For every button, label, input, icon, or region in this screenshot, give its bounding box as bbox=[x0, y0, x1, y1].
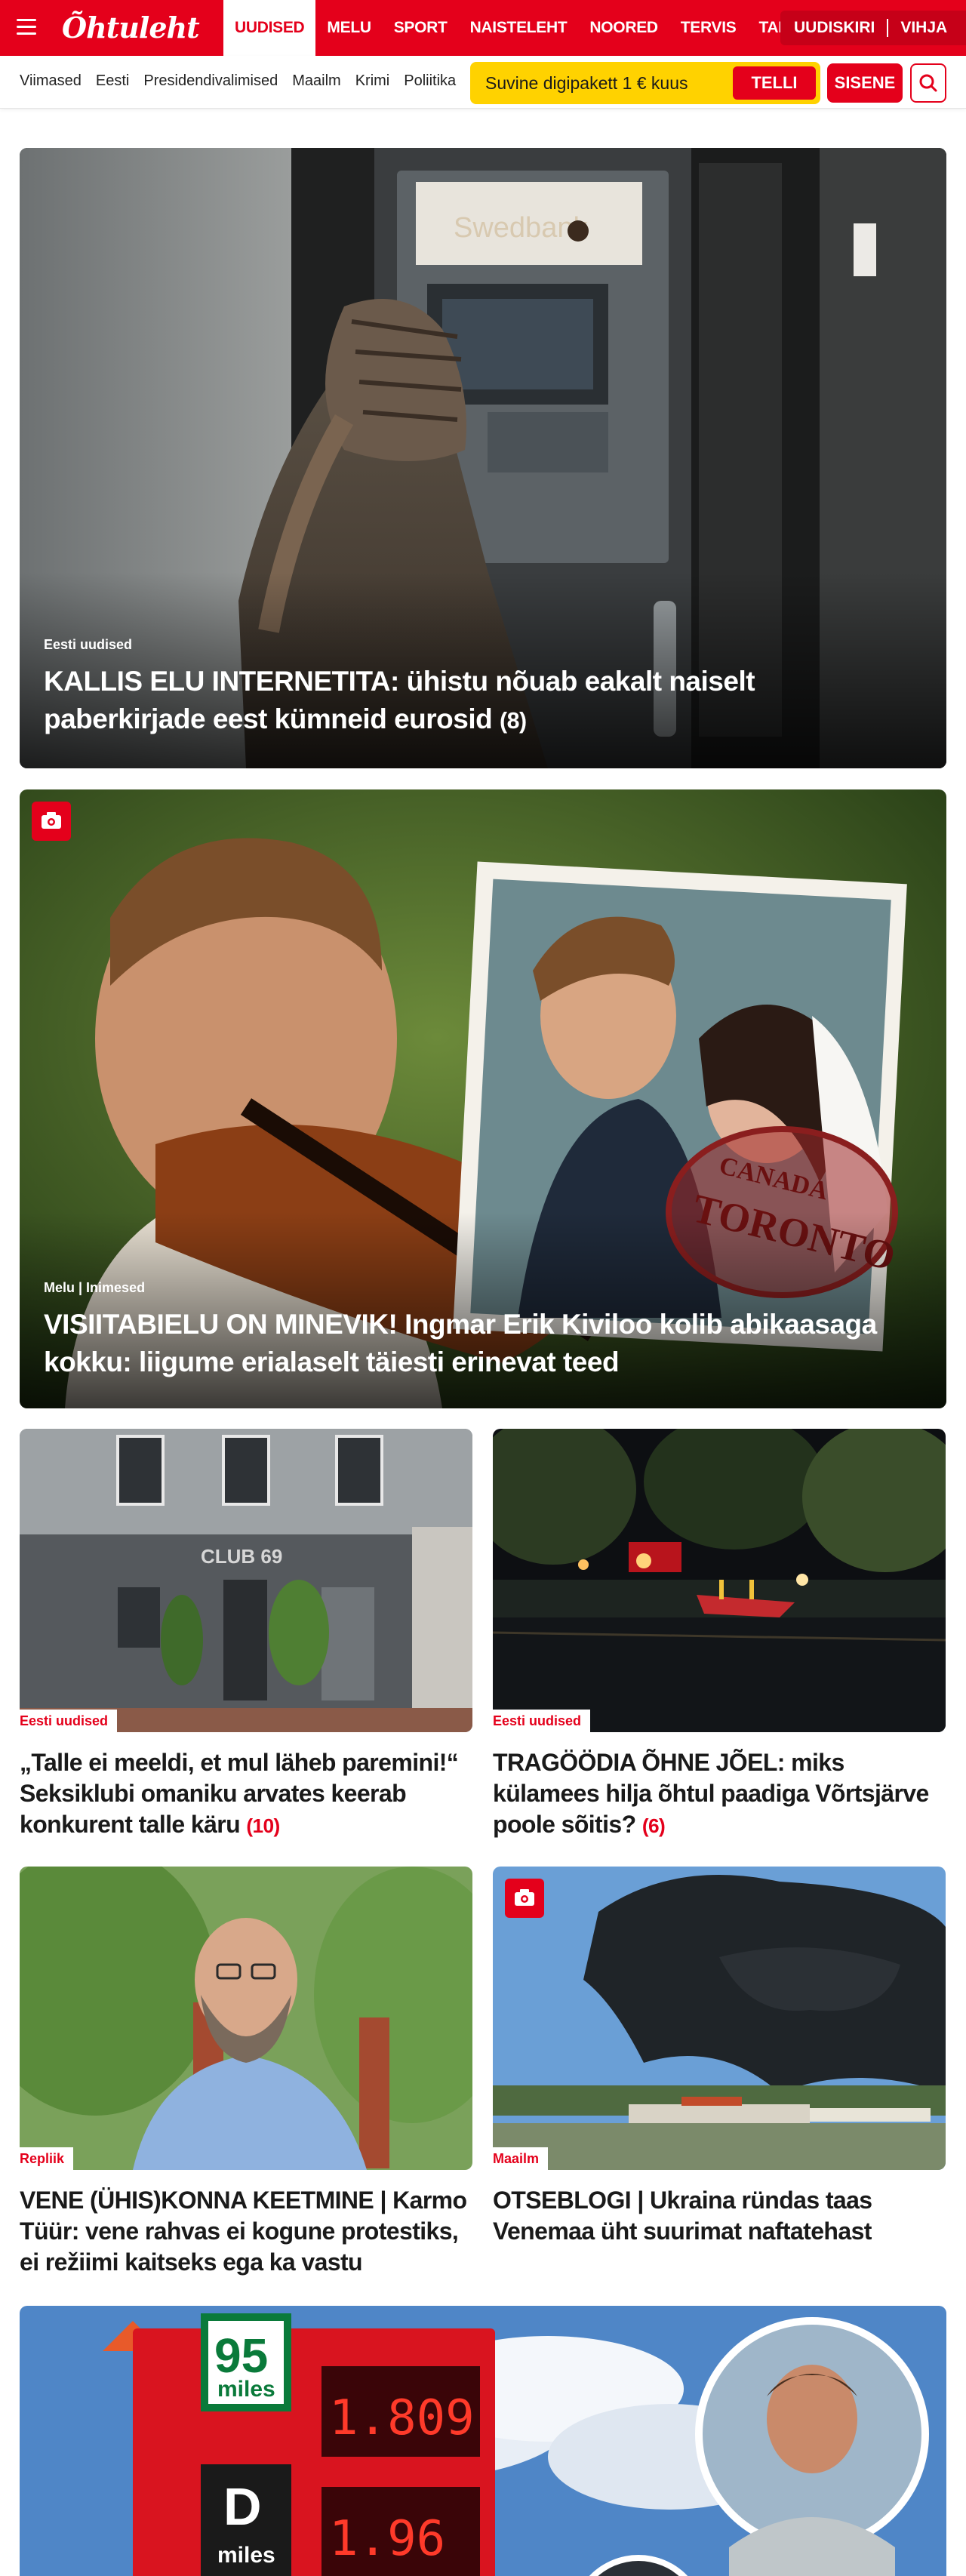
article-image bbox=[493, 1429, 946, 1732]
article-category[interactable]: Repliik bbox=[20, 2147, 74, 2171]
camera-icon bbox=[42, 812, 61, 829]
article-title-text: TRAGÖÖDIA ÕHNE JÕEL: miks külamees hilja… bbox=[493, 1749, 929, 1838]
tip-link[interactable]: VIHJA bbox=[900, 19, 947, 37]
article-title[interactable]: TRAGÖÖDIA ÕHNE JÕEL: miks külamees hilja… bbox=[493, 1747, 946, 1842]
price-display-2: 1.96 bbox=[329, 2511, 445, 2567]
subscription-promo[interactable]: Suvine digipakett 1 € kuus TELLI bbox=[470, 62, 820, 104]
promo-text: Suvine digipakett 1 € kuus bbox=[485, 72, 688, 93]
search-icon bbox=[919, 74, 937, 92]
nav-right-group: UUDISKIRI VIHJA bbox=[780, 11, 966, 45]
article-card[interactable]: Eesti uudised TRAGÖÖDIA ÕHNE JÕEL: miks … bbox=[493, 1429, 946, 1851]
article-card[interactable]: CLUB 69 Eesti uudised „Talle ei meeldi, … bbox=[20, 1429, 472, 1851]
nav-sport[interactable]: SPORT bbox=[383, 0, 459, 56]
article-image bbox=[493, 1867, 946, 2170]
price-sign-miles: miles bbox=[217, 2377, 275, 2402]
article-image bbox=[20, 1867, 472, 2170]
nav-divider bbox=[887, 19, 889, 37]
club-sign-text: CLUB 69 bbox=[201, 1545, 282, 1568]
article-category[interactable]: Maailm bbox=[493, 2147, 549, 2171]
article-title[interactable]: VISIITABIELU ON MINEVIK! Ingmar Erik Kiv… bbox=[44, 1306, 912, 1381]
article-image: CLUB 69 bbox=[20, 1429, 472, 1732]
article-category[interactable]: Melu | Inimesed bbox=[44, 1280, 145, 1296]
nav-tervis[interactable]: TERVIS bbox=[669, 0, 748, 56]
article-card[interactable]: Maailm OTSEBLOGI | Ukraina ründas taas V… bbox=[493, 1867, 946, 2289]
price-sign-miles-2: miles bbox=[217, 2543, 275, 2568]
sub-navigation-bar: Viimased Eesti Presidendivalimised Maail… bbox=[0, 56, 966, 109]
sub-nav: Viimased Eesti Presidendivalimised Maail… bbox=[20, 72, 456, 90]
gallery-badge bbox=[32, 802, 71, 841]
sub-nav-eesti[interactable]: Eesti bbox=[96, 72, 129, 90]
price-sign-95: 95 bbox=[214, 2328, 268, 2383]
sub-nav-viimased[interactable]: Viimased bbox=[20, 72, 82, 90]
nav-noored[interactable]: NOORED bbox=[578, 0, 669, 56]
article-title[interactable]: „Talle ei meeldi, et mul läheb paremini!… bbox=[20, 1747, 472, 1842]
price-sign-d: D bbox=[223, 2477, 262, 2536]
gallery-badge bbox=[505, 1879, 544, 1918]
article-card-feature[interactable]: CANADA TORONTO Melu | Inimesed VISIITABI… bbox=[20, 789, 946, 1408]
article-category[interactable]: Eesti uudised bbox=[20, 1710, 118, 1733]
site-logo[interactable]: Õhtuleht bbox=[62, 11, 200, 45]
comment-count[interactable]: (8) bbox=[500, 709, 527, 734]
article-title[interactable]: VENE (ÜHIS)KONNA KEETMINE | Karmo Tüür: … bbox=[20, 2185, 472, 2278]
article-card-hero[interactable]: 95 miles 1.809 D miles 1.96 bbox=[20, 2306, 946, 2576]
main-nav: UUDISED MELU SPORT NAISTELEHT NOORED TER… bbox=[223, 0, 836, 56]
subscribe-button[interactable]: TELLI bbox=[733, 66, 816, 100]
nav-melu[interactable]: MELU bbox=[315, 0, 382, 56]
sub-nav-maailm[interactable]: Maailm bbox=[292, 72, 340, 90]
sub-nav-poliitika[interactable]: Poliitika bbox=[404, 72, 456, 90]
comment-count[interactable]: (10) bbox=[246, 1814, 280, 1837]
nav-uudised[interactable]: UUDISED bbox=[223, 0, 316, 56]
menu-icon[interactable] bbox=[17, 18, 39, 36]
article-card-hero[interactable]: Swedbank Eesti uudised KALLIS ELU INTERN… bbox=[20, 148, 946, 768]
sub-nav-krimi[interactable]: Krimi bbox=[355, 72, 390, 90]
comment-count[interactable]: (6) bbox=[642, 1814, 666, 1837]
article-image: 95 miles 1.809 D miles 1.96 bbox=[20, 2306, 946, 2576]
article-title-text: „Talle ei meeldi, et mul läheb paremini!… bbox=[20, 1749, 459, 1838]
search-button[interactable] bbox=[910, 63, 946, 103]
article-category[interactable]: Eesti uudised bbox=[493, 1710, 591, 1733]
article-title[interactable]: KALLIS ELU INTERNETITA: ühistu nõuab eak… bbox=[44, 663, 912, 740]
article-title[interactable]: OTSEBLOGI | Ukraina ründas taas Venemaa … bbox=[493, 2185, 946, 2247]
sub-nav-presidendivalimised[interactable]: Presidendivalimised bbox=[143, 72, 278, 90]
price-display-1: 1.809 bbox=[329, 2390, 475, 2446]
top-navigation-bar: Õhtuleht UUDISED MELU SPORT NAISTELEHT N… bbox=[0, 0, 966, 56]
article-card[interactable]: Repliik VENE (ÜHIS)KONNA KEETMINE | Karm… bbox=[20, 1867, 472, 2289]
newsletter-link[interactable]: UUDISKIRI bbox=[794, 19, 875, 37]
article-category[interactable]: Eesti uudised bbox=[44, 637, 132, 653]
article-title-text: KALLIS ELU INTERNETITA: ühistu nõuab eak… bbox=[44, 666, 755, 734]
nav-naisteleht[interactable]: NAISTELEHT bbox=[459, 0, 579, 56]
camera-icon bbox=[515, 1889, 534, 1906]
login-button[interactable]: SISENE bbox=[827, 63, 903, 103]
